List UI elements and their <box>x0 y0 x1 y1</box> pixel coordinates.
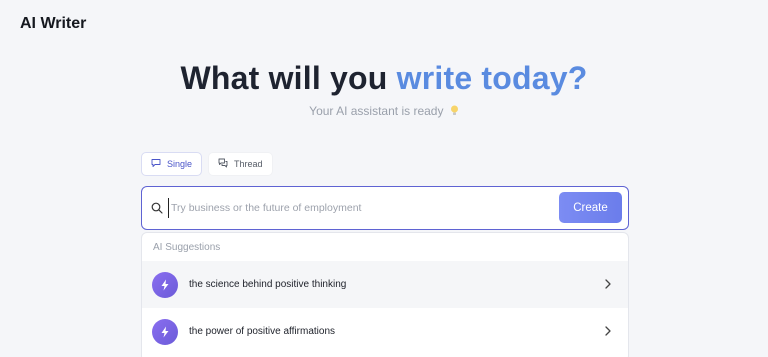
mode-tabs: Single Thread <box>141 152 273 176</box>
tab-thread[interactable]: Thread <box>208 152 273 176</box>
hero-subtitle: Your AI assistant is ready <box>0 104 768 119</box>
create-button[interactable]: Create <box>559 192 622 223</box>
suggestion-label: the science behind positive thinking <box>189 279 347 290</box>
suggestion-item[interactable]: the power of positive affirmations <box>142 308 628 355</box>
hero-title-accent: write today? <box>396 60 588 96</box>
hero-subtitle-text: Your AI assistant is ready <box>309 104 444 118</box>
chevron-right-icon <box>605 279 611 289</box>
lightbulb-icon <box>450 105 459 119</box>
app-title: AI Writer <box>20 15 87 32</box>
tab-single-label: Single <box>167 159 193 169</box>
search-box: Create <box>141 186 629 230</box>
messages-icon <box>218 158 228 170</box>
search-icon <box>151 202 163 214</box>
suggestion-item[interactable]: the science behind positive thinking <box>142 261 628 308</box>
search-input[interactable] <box>168 198 548 218</box>
suggestions-panel: AI Suggestions the science behind positi… <box>141 232 629 357</box>
chevron-right-icon <box>605 326 611 336</box>
suggestions-header: AI Suggestions <box>153 242 221 253</box>
hero-title-lead: What will you <box>180 60 388 96</box>
hero-title: What will you write today? <box>0 60 768 97</box>
bolt-icon <box>152 318 178 345</box>
message-icon <box>151 158 161 170</box>
tab-thread-label: Thread <box>234 159 263 169</box>
tab-single[interactable]: Single <box>141 152 203 176</box>
bolt-icon <box>152 271 178 298</box>
suggestion-label: the power of positive affirmations <box>189 326 336 337</box>
